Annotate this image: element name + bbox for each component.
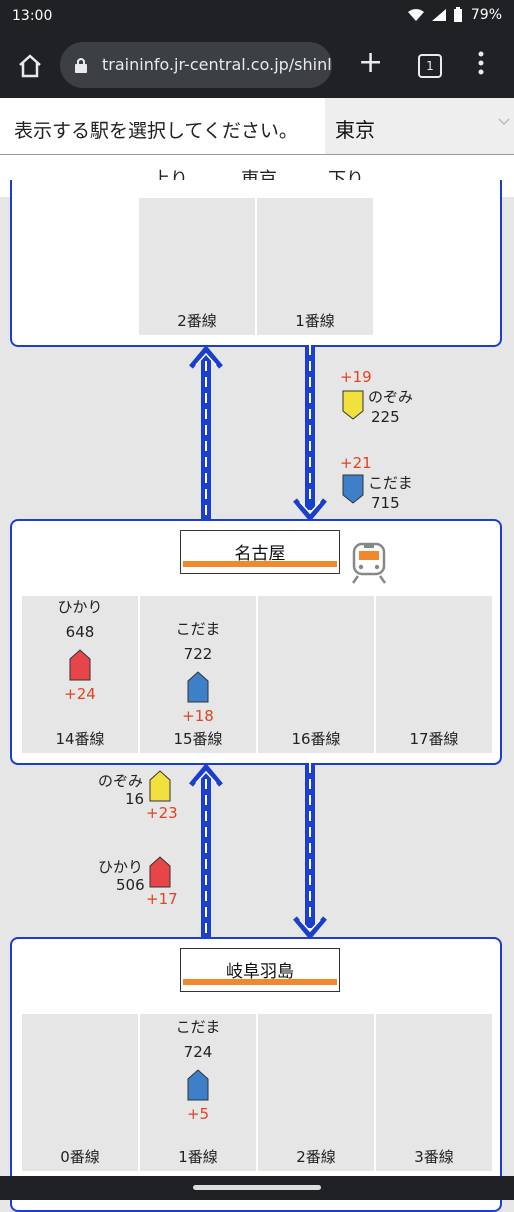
delay-label: +17 [146,890,178,908]
home-icon[interactable] [16,52,44,80]
track-label: 3番線 [414,1148,454,1166]
station-stripe [183,561,337,567]
train-kodama-715[interactable]: +21 こだま 715 [340,454,460,512]
train-marker-icon [149,770,171,802]
track-2: 2番線 [258,1014,374,1171]
train-marker-icon [69,649,91,681]
track-15: こだま 722 +18 15番線 [140,596,256,753]
station-select-value[interactable]: 東京 [335,114,375,143]
train-number: 724 [183,1043,213,1061]
track-label: 14番線 [55,730,105,748]
train-marker-icon [149,856,171,888]
train-nozomi-225[interactable]: +19 のぞみ 225 [340,368,460,426]
train-number: 225 [371,408,400,426]
station-stripe [183,979,337,985]
train-type: こだま [175,620,221,638]
delay-label: +24 [64,685,96,703]
tabs-icon[interactable]: 1 [418,54,442,78]
train-number: 722 [183,645,213,663]
train-kodama-722[interactable]: こだま 722 +18 [140,618,256,725]
wifi-icon [407,9,424,21]
down-track-line-1 [293,345,327,522]
train-type: こだま [368,474,413,492]
track-label: 15番線 [173,730,223,748]
plus-icon[interactable]: + [358,48,383,78]
train-marker-icon [342,474,364,504]
train-marker-icon [187,671,209,703]
station-nagoya: 名古屋 ひかり 648 +24 14番線 こだま 722 +18 15番線 16… [10,519,502,765]
train-number: 506 [116,876,145,894]
menu-icon[interactable] [476,50,486,76]
track-1: こだま 724 +5 1番線 [140,1014,256,1171]
train-type: ひかり [57,598,103,616]
gesture-handle[interactable] [193,1185,321,1190]
track-17: 17番線 [376,596,492,753]
selector-prompt: 表示する駅を選択してください。 [14,120,298,142]
delay-label: +5 [186,1105,210,1123]
train-number: 16 [125,790,145,808]
train-type: こだま [175,1018,221,1036]
station-name-box: 名古屋 [180,530,340,574]
train-type: ひかり [98,858,144,876]
track-label: 1番線 [295,312,335,330]
delay-label: +18 [182,707,214,725]
track-3: 3番線 [376,1014,492,1171]
navigation-bar [0,1176,514,1200]
train-type: のぞみ [98,772,144,790]
train-nozomi-16[interactable]: のぞみ 16 +23 [96,768,186,822]
train-hikari-648[interactable]: ひかり 648 +24 [22,596,138,703]
station-tokyo: 2番線 1番線 [10,180,502,347]
train-type: のぞみ [368,388,414,406]
train-marker-icon [187,1069,209,1101]
track-label: 17番線 [409,730,459,748]
delay-label: +23 [146,804,178,822]
track-label: 2番線 [177,312,217,330]
track-label: 0番線 [60,1148,100,1166]
station-name-box: 岐阜羽島 [180,948,340,992]
down-track-line-2 [293,763,327,940]
track-2: 2番線 [139,198,255,335]
station-gifuhashima: 岐阜羽島 0番線 こだま 724 +5 1番線 2番線 3番線 [10,937,502,1212]
track-label: 1番線 [178,1148,218,1166]
chevron-down-icon [498,118,510,126]
track-label: 16番線 [291,730,341,748]
tab-count: 1 [426,59,434,73]
signal-icon [431,9,446,21]
train-number: 715 [371,494,400,512]
lock-icon [75,58,87,73]
url-text[interactable]: traininfo.jr-central.co.jp/shinl [102,55,332,74]
station-select[interactable]: 東京 [325,98,514,154]
up-track-line-2 [189,763,223,940]
station-selector-bar: 表示する駅を選択してください。 東京 [0,98,514,155]
status-icons: 79% [407,7,502,23]
track-label: 2番線 [296,1148,336,1166]
track-16: 16番線 [258,596,374,753]
address-bar[interactable]: traininfo.jr-central.co.jp/shinl [60,42,332,88]
track-14: ひかり 648 +24 14番線 [22,596,138,753]
train-number: 648 [65,623,95,641]
train-kodama-724[interactable]: こだま 724 +5 [140,1016,256,1123]
status-bar: 13:00 79% [0,0,514,34]
clock: 13:00 [12,8,53,24]
track-0: 0番線 [22,1014,138,1171]
delay-label: +21 [340,454,372,472]
browser-toolbar: traininfo.jr-central.co.jp/shinl + 1 [0,34,514,98]
train-marker-icon [342,390,364,420]
track-1: 1番線 [257,198,373,335]
battery-icon [453,7,462,22]
train-icon [351,542,387,584]
train-hikari-506[interactable]: ひかり 506 +17 [96,854,186,908]
battery-percent: 79% [470,7,502,23]
up-track-line-1 [189,345,223,522]
delay-label: +19 [340,368,372,386]
